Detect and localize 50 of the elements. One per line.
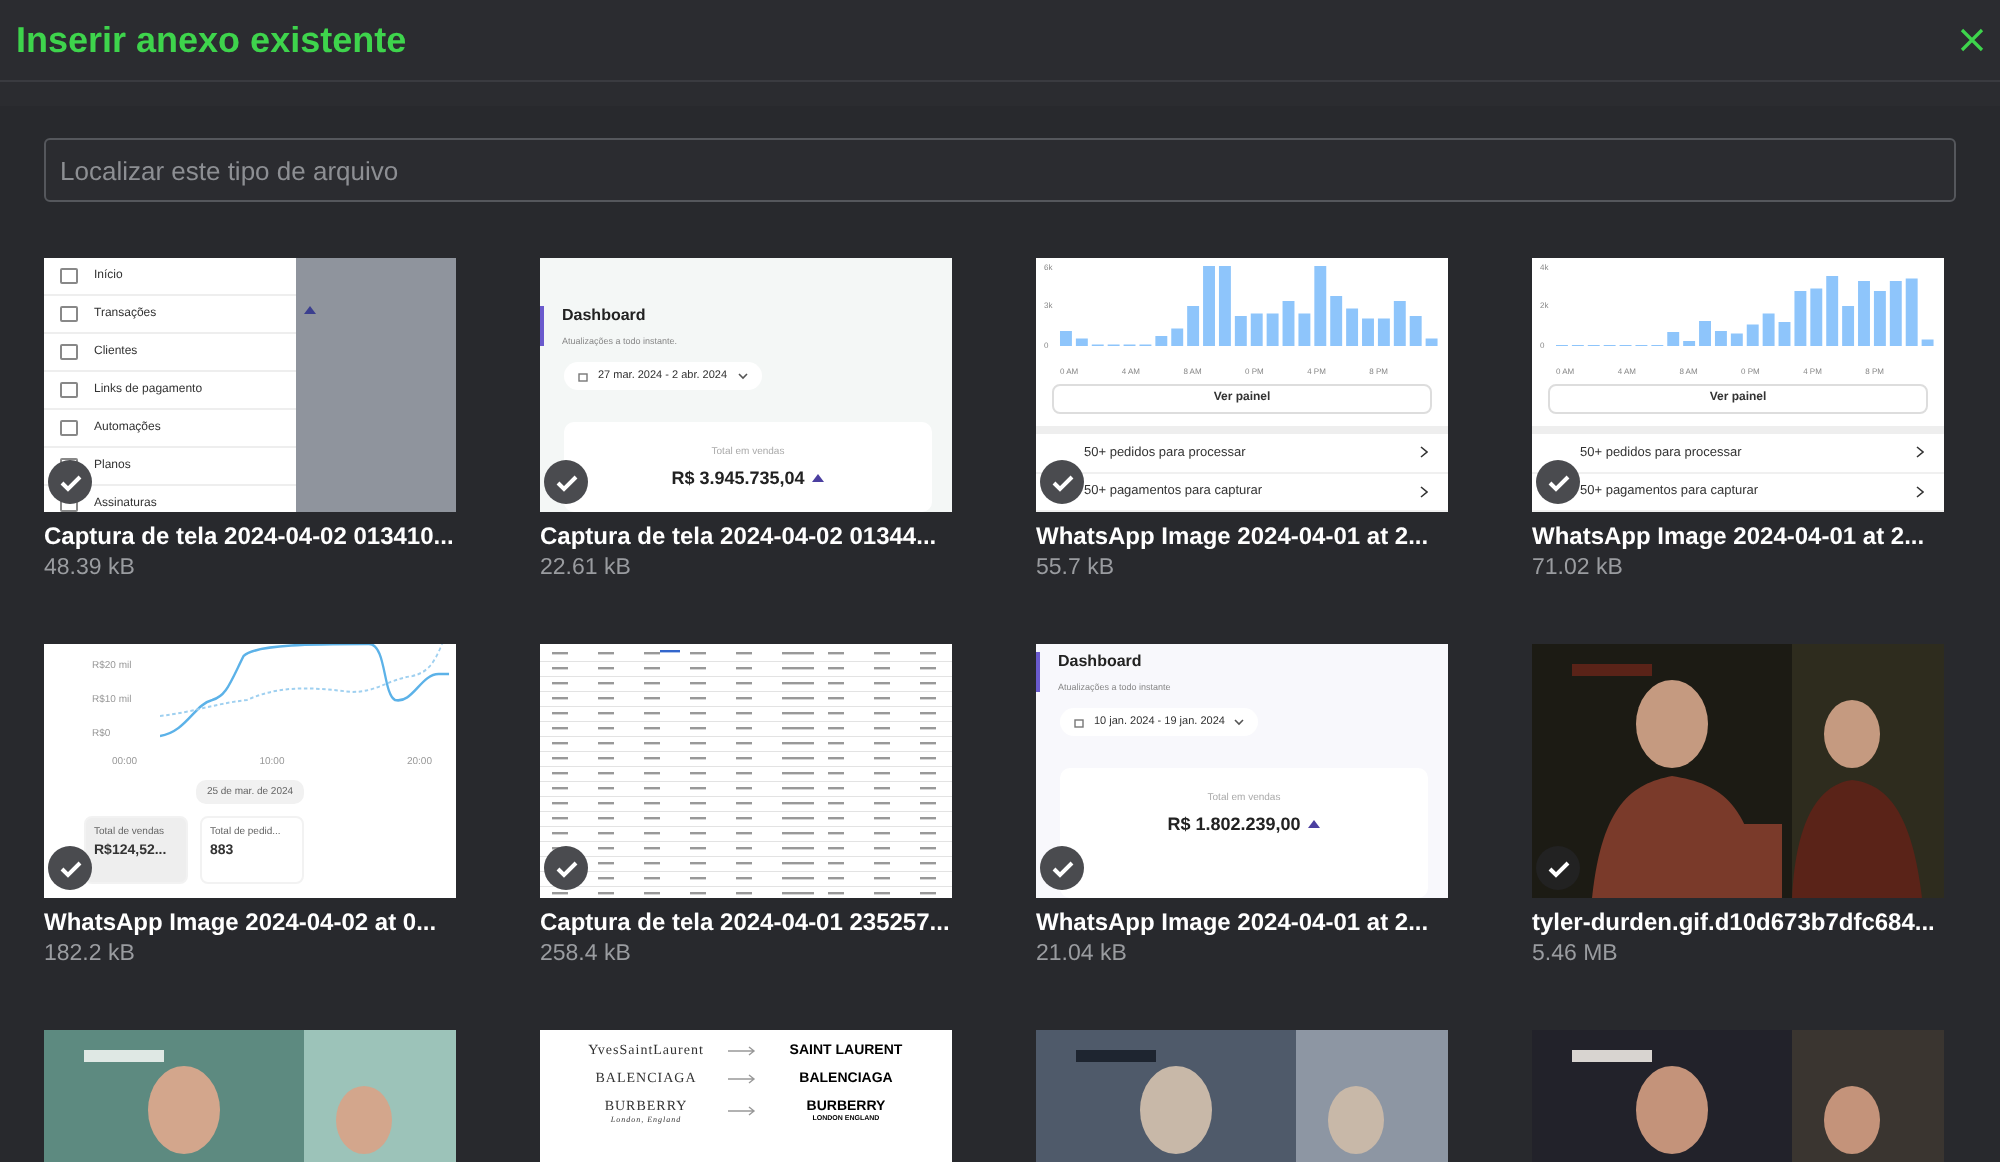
file-name: WhatsApp Image 2024-04-01 at 2... bbox=[1036, 908, 1429, 936]
chevron-down-icon bbox=[737, 372, 748, 380]
check-icon bbox=[1051, 473, 1073, 491]
file-name: Captura de tela 2024-04-02 013410... bbox=[44, 522, 454, 550]
dialog-title: Inserir anexo existente bbox=[16, 19, 407, 61]
calendar-icon bbox=[578, 371, 588, 381]
file-name: WhatsApp Image 2024-04-01 at 2... bbox=[1532, 522, 1925, 550]
file-name: Captura de tela 2024-04-01 235257... bbox=[540, 908, 950, 936]
file-size: 55.7 kB bbox=[1036, 556, 1116, 580]
check-icon bbox=[59, 473, 81, 491]
check-icon bbox=[59, 859, 81, 877]
file-size: 22.61 kB bbox=[540, 556, 633, 580]
check-icon bbox=[555, 473, 577, 491]
menu-item-icon bbox=[60, 420, 78, 436]
chevron-right-icon bbox=[1420, 446, 1428, 459]
menu-item-icon bbox=[60, 344, 78, 360]
card-value: R$ 3.945.735,04 bbox=[671, 468, 805, 488]
file-name: Captura de tela 2024-04-02 01344... bbox=[540, 522, 937, 550]
file-name: tyler-durden.gif.d10d673b7dfc684... bbox=[1532, 908, 1935, 936]
check-icon bbox=[1547, 473, 1569, 491]
chevron-right-icon bbox=[1916, 485, 1924, 498]
file-name: WhatsApp Image 2024-04-01 at 2... bbox=[1036, 522, 1429, 550]
file-size: 258.4 kB bbox=[540, 942, 633, 966]
chevron-down-icon bbox=[1234, 718, 1245, 726]
menu-item-icon bbox=[60, 268, 78, 284]
file-name: WhatsApp Image 2024-04-02 at 0... bbox=[44, 908, 437, 936]
chevron-right-icon bbox=[1420, 485, 1428, 498]
file-size: 71.02 kB bbox=[1532, 556, 1625, 580]
arrow-icon bbox=[728, 1106, 756, 1116]
check-icon bbox=[1547, 859, 1569, 877]
search-field[interactable]: Localizar este tipo de arquivo bbox=[44, 138, 1956, 202]
file-size: 182.2 kB bbox=[44, 942, 137, 966]
card-value: R$ 1.802.239,00 bbox=[1167, 814, 1301, 834]
menu-item-icon bbox=[60, 382, 78, 398]
dashboard-title: Dashboard bbox=[1058, 652, 1144, 670]
arrow-icon bbox=[728, 1073, 756, 1083]
file-size: 5.46 MB bbox=[1532, 942, 1620, 966]
check-icon bbox=[555, 859, 577, 877]
arrow-icon bbox=[728, 1045, 756, 1055]
triangle-icon bbox=[304, 306, 316, 314]
chevron-right-icon bbox=[1916, 446, 1924, 459]
close-icon[interactable] bbox=[1960, 28, 1984, 52]
dashboard-title: Dashboard bbox=[562, 306, 648, 324]
up-triangle-icon bbox=[812, 474, 825, 482]
file-size: 48.39 kB bbox=[44, 556, 137, 580]
menu-item-icon bbox=[60, 306, 78, 322]
up-triangle-icon bbox=[1308, 820, 1321, 828]
file-size: 21.04 kB bbox=[1036, 942, 1129, 966]
check-icon bbox=[1051, 859, 1073, 877]
calendar-icon bbox=[1074, 717, 1084, 727]
